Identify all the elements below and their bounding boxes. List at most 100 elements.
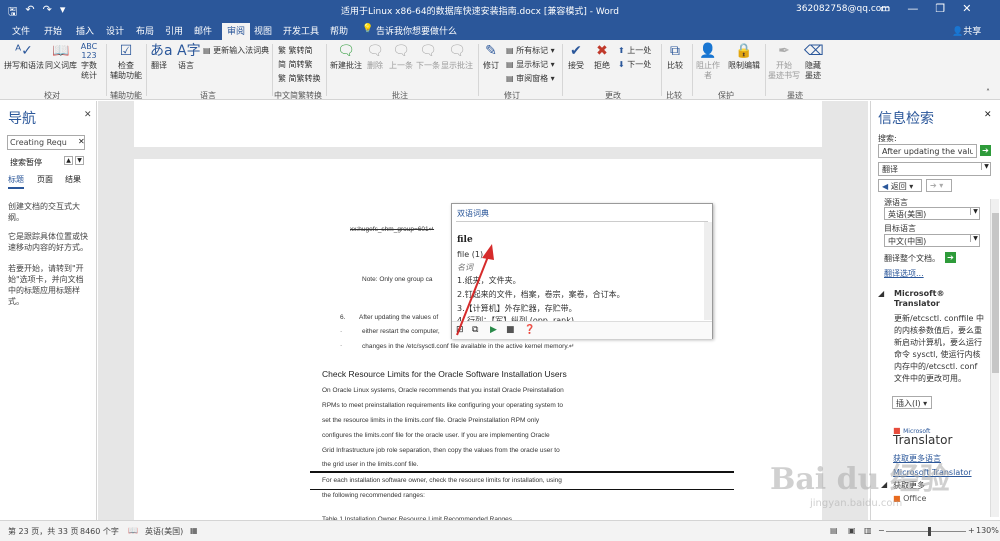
translate-go-icon[interactable]: ➔ [945, 252, 956, 263]
zoom-slider[interactable] [886, 531, 966, 532]
review-pane-button[interactable]: ▤ 审阅窗格 ▾ [506, 73, 555, 84]
research-search-input[interactable] [878, 144, 977, 158]
previous-result-icon[interactable]: ▲ [64, 156, 73, 165]
bilingual-dictionary-popup[interactable]: 双语词典 file file (1) 名词 1.纸夹，文件夹。 2.钉起来的文件… [451, 203, 713, 339]
restore-icon[interactable]: ❐ [935, 2, 945, 15]
compare-button[interactable]: ⧉ 比较 [666, 42, 684, 71]
group-separator [146, 44, 147, 96]
macro-icon[interactable]: ▦ [190, 526, 198, 535]
translation-result[interactable]: 更新/etcsctl. conffile 中的内核参数值后，要么重新启动计算机，… [894, 313, 986, 385]
hide-ink-button[interactable]: ⌫ 隐藏 墨迹 [804, 42, 824, 81]
tab-mailings[interactable]: 邮件 [194, 24, 212, 37]
zoom-level[interactable]: 130% [976, 526, 999, 535]
page-count[interactable]: 第 23 页，共 33 页 [8, 526, 79, 537]
next-comment-button[interactable]: 🗨 下一条 [416, 42, 440, 71]
show-comments-button[interactable]: 🗨 显示批注 [441, 42, 473, 71]
nav-tab-pages[interactable]: 页面 [37, 174, 53, 185]
customize-icon[interactable]: ▾ [60, 3, 66, 22]
forward-button[interactable]: ➔ ▾ [926, 179, 952, 192]
update-ime-dictionary-button[interactable]: ▤ 更新输入法词典 [203, 45, 269, 56]
zoom-in-icon[interactable]: + [968, 526, 975, 535]
web-layout-icon[interactable]: ▥ [864, 526, 872, 535]
accept-button[interactable]: ✔ 接受 [567, 42, 585, 71]
simp-to-trad-button[interactable]: 简 简转繁 [278, 59, 313, 70]
chevron-down-icon[interactable]: ▼ [970, 235, 980, 242]
tab-developer[interactable]: 开发工具 [283, 24, 319, 37]
markup-dropdown[interactable]: ▤ 所有标记 ▾ [506, 45, 555, 56]
doc-line-group: xx:hugefs_shm_group=601↵ [350, 226, 435, 233]
save-icon[interactable]: 🖫 [8, 3, 17, 22]
service-select[interactable]: 翻译 [878, 162, 991, 176]
help-icon[interactable]: ❓ [524, 325, 535, 335]
nav-tab-headings[interactable]: 标题 [8, 174, 24, 189]
source-language-select[interactable]: 英语(美国) [884, 207, 980, 220]
check-accessibility-button[interactable]: ☑ 检查 辅助功能 [110, 42, 142, 81]
search-go-icon[interactable]: ➔ [980, 145, 991, 156]
expand-icon[interactable]: ⊞ [456, 325, 464, 335]
track-changes-button[interactable]: ✎ 修订 [482, 42, 500, 71]
collapse-icon[interactable]: ◢ [878, 289, 884, 298]
tab-references[interactable]: 引用 [165, 24, 183, 37]
tell-me-search[interactable]: 告诉我你想要做什么 [376, 24, 457, 37]
clear-search-icon[interactable]: ✕ [78, 137, 85, 146]
translate-button[interactable]: あa 翻译 [150, 42, 173, 71]
language-status[interactable]: 英语(美国) [145, 526, 183, 537]
document-page[interactable] [134, 101, 822, 147]
spelling-button[interactable]: ᴬ✓ 拼写和语法 [4, 42, 44, 71]
tab-layout[interactable]: 布局 [136, 24, 154, 37]
restrict-editing-button[interactable]: 🔒 限制编辑 [728, 42, 760, 71]
trad-to-simp-button[interactable]: 繁 繁转简 [278, 45, 313, 56]
share-button[interactable]: 👤共享 [952, 24, 981, 37]
minimize-icon[interactable]: — [907, 2, 918, 15]
close-icon[interactable]: ✕ [84, 110, 92, 120]
account-name[interactable]: 362082758@qq.com [796, 4, 890, 14]
ribbon-display-icon[interactable]: ▭ [880, 2, 890, 15]
play-icon[interactable]: ▶ [490, 325, 497, 335]
next-change-button[interactable]: ⬇ 下一处 [618, 59, 651, 70]
block-authors-button[interactable]: 👤 阻止作者 [696, 42, 720, 81]
redo-icon[interactable]: ↷ [43, 3, 52, 22]
target-language-select[interactable]: 中文(中国) [884, 234, 980, 247]
tab-file[interactable]: 文件 [12, 24, 30, 37]
zoom-slider-thumb[interactable] [928, 527, 931, 536]
translation-options-link[interactable]: 翻译选项... [884, 268, 924, 279]
previous-change-button[interactable]: ⬆ 上一处 [618, 45, 651, 56]
navigation-search-input[interactable] [7, 135, 85, 150]
copy-icon[interactable]: ⧉ [472, 325, 478, 335]
print-layout-icon[interactable]: ▣ [848, 526, 856, 535]
word-count-button[interactable]: ABC 123 字数 统计 [80, 42, 98, 81]
read-mode-icon[interactable]: ▤ [830, 526, 838, 535]
zoom-out-icon[interactable]: − [878, 526, 885, 535]
reject-button[interactable]: ✖ 拒绝 [593, 42, 611, 71]
next-result-icon[interactable]: ▼ [75, 156, 84, 165]
back-button[interactable]: ◀ 返回 ▾ [878, 179, 922, 192]
research-pane-scrollbar[interactable] [990, 199, 999, 517]
stop-icon[interactable]: ■ [506, 325, 515, 335]
chevron-down-icon[interactable]: ▼ [981, 163, 991, 170]
proofing-icon[interactable]: 📖 [128, 526, 138, 535]
close-icon[interactable]: ✕ [984, 110, 992, 120]
chevron-down-icon[interactable]: ▼ [970, 208, 980, 215]
word-count[interactable]: 8460 个字 [80, 526, 119, 537]
close-icon[interactable]: ✕ [962, 2, 971, 15]
new-comment-button[interactable]: 🗨 新建批注 [330, 42, 362, 71]
tab-home[interactable]: 开始 [44, 24, 62, 37]
tab-design[interactable]: 设计 [106, 24, 124, 37]
nav-tab-results[interactable]: 结果 [65, 174, 81, 185]
tab-view[interactable]: 视图 [254, 24, 272, 37]
undo-icon[interactable]: ↶ [25, 3, 34, 22]
popup-scrollbar[interactable] [704, 222, 712, 320]
tab-review[interactable]: 审阅 [222, 23, 251, 40]
collapse-ribbon-icon[interactable]: ˄ [986, 88, 990, 97]
scrollbar-thumb[interactable] [992, 213, 999, 373]
previous-comment-button[interactable]: 🗨 上一条 [389, 42, 413, 71]
language-button[interactable]: A字 语言 [177, 42, 201, 71]
tab-insert[interactable]: 插入 [76, 24, 94, 37]
thesaurus-button[interactable]: 📖 同义词库 [45, 42, 77, 71]
start-inking-button[interactable]: ✒ 开始 墨迹书写 [768, 42, 800, 81]
delete-comment-button[interactable]: 🗨 删除 [366, 42, 384, 71]
tab-help[interactable]: 帮助 [330, 24, 348, 37]
chinese-convert-button[interactable]: 繁 简繁转换 [278, 73, 321, 84]
insert-button[interactable]: 插入(I) ▾ [892, 396, 932, 409]
show-markup-button[interactable]: ▤ 显示标记 ▾ [506, 59, 555, 70]
